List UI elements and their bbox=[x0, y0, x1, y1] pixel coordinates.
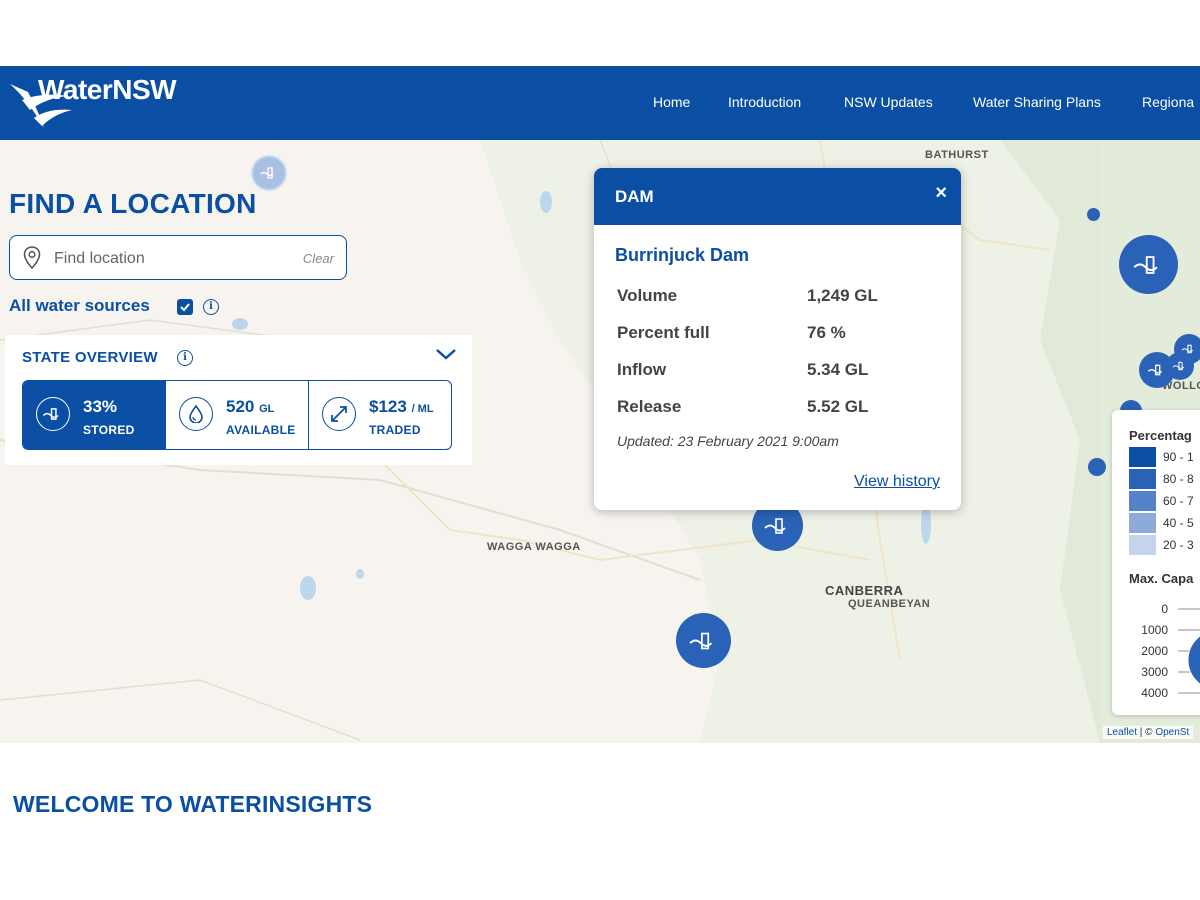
place-queanbeyan: QUEANBEYAN bbox=[848, 598, 931, 610]
place-canberra: CANBERRA bbox=[825, 583, 904, 598]
attribution-separator: | © bbox=[1137, 727, 1156, 738]
dam-icon bbox=[36, 397, 70, 431]
stat-traded-label: TRADED bbox=[369, 423, 421, 437]
legend-bin-label: 20 - 3 bbox=[1163, 538, 1194, 552]
legend-bin-label: 40 - 5 bbox=[1163, 516, 1194, 530]
legend-bin-label: 60 - 7 bbox=[1163, 494, 1194, 508]
dam-marker[interactable] bbox=[676, 613, 731, 668]
dam-icon bbox=[688, 632, 712, 649]
leaflet-link[interactable]: Leaflet bbox=[1107, 727, 1137, 738]
dam-marker[interactable] bbox=[251, 155, 287, 191]
dam-marker-small[interactable] bbox=[1087, 208, 1100, 221]
release-value: 5.52 GL bbox=[807, 397, 869, 416]
legend-bin-label: 80 - 8 bbox=[1163, 472, 1194, 486]
stat-traded-value: $123 / ML bbox=[369, 397, 434, 416]
waternsw-logo[interactable]: WaterNSW bbox=[8, 70, 188, 136]
info-icon[interactable]: i bbox=[203, 299, 219, 315]
stat-stored[interactable]: 33% STORED bbox=[23, 381, 165, 449]
welcome-heading: WELCOME TO WATERINSIGHTS bbox=[13, 791, 373, 817]
nav-nsw-updates[interactable]: NSW Updates bbox=[844, 94, 933, 110]
dam-icon bbox=[763, 517, 786, 534]
place-bathurst: BATHURST bbox=[925, 149, 989, 161]
updated-timestamp: Updated: 23 February 2021 9:00am bbox=[617, 433, 839, 449]
volume-label: Volume bbox=[617, 286, 678, 305]
view-history-link[interactable]: View history bbox=[854, 473, 940, 491]
dam-marker-small[interactable] bbox=[1088, 458, 1106, 476]
capacity-tick: 1000 bbox=[1141, 623, 1168, 637]
dam-marker[interactable] bbox=[1174, 334, 1200, 364]
dam-marker[interactable] bbox=[1119, 235, 1178, 294]
capacity-tick: 3000 bbox=[1141, 665, 1168, 679]
inflow-label: Inflow bbox=[617, 360, 667, 379]
inflow-value: 5.34 GL bbox=[807, 360, 869, 379]
osm-link[interactable]: OpenSt bbox=[1155, 727, 1189, 738]
state-overview-title: STATE OVERVIEW bbox=[22, 349, 158, 366]
brand-name: WaterNSW bbox=[38, 74, 177, 105]
place-wagga-wagga: WAGGA WAGGA bbox=[487, 541, 581, 553]
dam-icon bbox=[1133, 255, 1158, 274]
water-drop-icon bbox=[179, 397, 213, 431]
site-header: WaterNSW Home Introduction NSW Updates W… bbox=[0, 66, 1200, 140]
top-whitespace bbox=[0, 0, 1200, 66]
stat-available[interactable]: 520 GL AVAILABLE bbox=[165, 381, 308, 449]
legend-swatch bbox=[1129, 513, 1156, 533]
legend-swatch bbox=[1129, 535, 1156, 555]
nav-regional[interactable]: Regiona bbox=[1142, 94, 1194, 110]
state-stats: 33% STORED 520 GL AVAILABLE $123 / ML TR… bbox=[22, 380, 452, 450]
release-label: Release bbox=[617, 397, 682, 416]
nav-introduction[interactable]: Introduction bbox=[728, 94, 801, 110]
dam-icon bbox=[260, 167, 274, 179]
water-sources-label: All water sources bbox=[9, 296, 150, 315]
stat-traded[interactable]: $123 / ML TRADED bbox=[308, 381, 451, 449]
water-sources-checkbox[interactable] bbox=[177, 299, 193, 315]
capacity-title: Max. Capa bbox=[1129, 571, 1194, 586]
stat-stored-value: 33% bbox=[83, 397, 118, 416]
state-overview-panel: STATE OVERVIEW i 33% STORED 520 GL AVAIL… bbox=[5, 335, 472, 465]
nav-home[interactable]: Home bbox=[653, 94, 690, 110]
capacity-tick: 4000 bbox=[1141, 686, 1168, 700]
popup-header: DAM × bbox=[594, 168, 961, 225]
percent-full-label: Percent full bbox=[617, 323, 710, 342]
trade-arrows-icon bbox=[322, 397, 356, 431]
location-pin-icon bbox=[23, 246, 41, 270]
close-icon[interactable]: × bbox=[935, 182, 947, 205]
search-input[interactable] bbox=[52, 246, 286, 272]
map-legend: Percentag 90 - 1 80 - 8 60 - 7 40 - 5 20… bbox=[1112, 410, 1200, 715]
nav-water-sharing-plans[interactable]: Water Sharing Plans bbox=[973, 94, 1101, 110]
legend-bin-label: 90 - 1 bbox=[1163, 450, 1194, 464]
legend-title: Percentag bbox=[1129, 428, 1192, 443]
capacity-tick: 2000 bbox=[1141, 644, 1168, 658]
percent-full-value: 76 % bbox=[807, 323, 846, 342]
capacity-circles-icon bbox=[1178, 608, 1200, 694]
dam-icon bbox=[1181, 344, 1194, 354]
check-icon bbox=[180, 303, 190, 312]
map-area[interactable]: BATHURST WAGGA WAGGA CANBERRA QUEANBEYAN… bbox=[0, 140, 1200, 743]
dam-popup: DAM × Burrinjuck Dam Volume 1,249 GL Per… bbox=[594, 168, 961, 510]
stat-available-label: AVAILABLE bbox=[226, 423, 296, 437]
location-search-box: Clear bbox=[9, 235, 347, 280]
info-icon[interactable]: i bbox=[177, 350, 193, 366]
legend-swatch bbox=[1129, 491, 1156, 511]
volume-value: 1,249 GL bbox=[807, 286, 878, 305]
legend-swatch bbox=[1129, 469, 1156, 489]
stat-available-value: 520 GL bbox=[226, 397, 275, 416]
dam-name: Burrinjuck Dam bbox=[615, 245, 750, 265]
popup-title: DAM bbox=[615, 187, 654, 206]
chevron-down-icon[interactable] bbox=[435, 347, 457, 361]
find-location-title: FIND A LOCATION bbox=[9, 188, 257, 219]
legend-swatch bbox=[1129, 447, 1156, 467]
stat-stored-label: STORED bbox=[83, 423, 135, 437]
map-attribution: Leaflet | © OpenSt bbox=[1103, 726, 1194, 739]
capacity-tick: 0 bbox=[1161, 602, 1168, 616]
clear-button[interactable]: Clear bbox=[303, 251, 334, 266]
dam-icon bbox=[1147, 364, 1163, 376]
